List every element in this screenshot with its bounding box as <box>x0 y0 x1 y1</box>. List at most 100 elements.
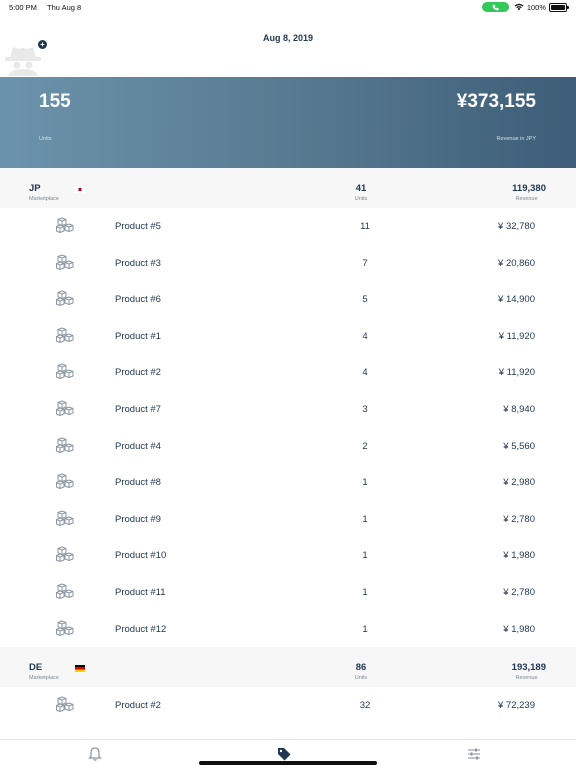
product-units: 1 <box>362 586 368 598</box>
germany-flag-icon <box>75 665 85 673</box>
product-boxes-icon <box>56 400 75 417</box>
page-date[interactable]: Aug 8, 2019 <box>0 33 576 43</box>
product-units: 11 <box>360 221 370 232</box>
product-units: 4 <box>362 367 368 379</box>
product-row[interactable]: Product #1 4 ¥ 11,920 <box>0 317 576 355</box>
marketplace-header-jp[interactable]: JP Marketplace 41 Units 119,380 Revenue <box>0 168 576 208</box>
active-call-indicator[interactable] <box>481 2 509 12</box>
product-units: 2 <box>362 440 368 452</box>
product-boxes-icon <box>56 696 75 713</box>
product-boxes-icon <box>56 254 75 271</box>
product-revenue: ¥ 14,900 <box>498 294 535 306</box>
product-boxes-icon <box>56 217 75 234</box>
product-revenue: ¥ 72,239 <box>498 700 535 712</box>
product-revenue: ¥ 11,920 <box>498 330 535 342</box>
product-row[interactable]: Product #12 1 ¥ 1,980 <box>0 610 576 648</box>
japan-flag-icon <box>75 186 85 193</box>
product-boxes-icon <box>56 363 75 380</box>
product-row[interactable]: Product #11 1 ¥ 2,780 <box>0 573 576 611</box>
product-boxes-icon <box>56 290 75 307</box>
product-name: Product #7 <box>115 403 161 415</box>
product-row[interactable]: Product #2 32 ¥ 72,239 <box>0 687 576 724</box>
home-indicator[interactable] <box>199 761 377 765</box>
marketplace-label: Marketplace <box>29 196 59 202</box>
battery-level <box>551 4 565 10</box>
product-boxes-icon <box>56 510 75 527</box>
product-row[interactable]: Product #7 3 ¥ 8,940 <box>0 390 576 428</box>
battery-percent: 100% <box>526 2 546 12</box>
product-boxes-icon <box>56 620 75 637</box>
product-units: 7 <box>362 257 368 269</box>
product-revenue: ¥ 2,980 <box>503 477 535 489</box>
marketplace-header-de[interactable]: DE Marketplace 86 Units 193,189 Revenue <box>0 647 576 688</box>
product-boxes-icon <box>56 473 75 490</box>
product-list-jp: Product #5 11 ¥ 32,780 Product #3 7 ¥ 20,860 P… <box>0 208 576 648</box>
product-name: Product #2 <box>115 367 161 379</box>
product-name: Product #8 <box>115 477 161 489</box>
product-list-de: Product #2 32 ¥ 72,239 <box>0 687 576 724</box>
marketplace-revenue-label: Revenue <box>515 196 538 202</box>
total-units-value: 155 <box>39 91 71 112</box>
total-revenue-label: Revenue in JPY <box>496 136 536 142</box>
wifi-icon <box>514 3 524 11</box>
product-row[interactable]: Product #6 5 ¥ 14,900 <box>0 281 576 318</box>
product-row[interactable]: Product #4 2 ¥ 5,560 <box>0 427 576 465</box>
product-units: 3 <box>362 403 368 415</box>
product-row[interactable]: Product #8 1 ¥ 2,980 <box>0 464 576 501</box>
marketplace-label: Marketplace <box>29 675 59 682</box>
product-units: 5 <box>362 294 368 306</box>
product-name: Product #9 <box>115 513 161 525</box>
product-revenue: ¥ 20,860 <box>498 257 535 269</box>
total-units-label: Units <box>39 136 52 142</box>
incognito-avatar-icon[interactable] <box>4 44 42 76</box>
product-units: 1 <box>362 477 368 489</box>
product-boxes-icon <box>56 327 75 344</box>
product-row[interactable]: Product #5 11 ¥ 32,780 <box>0 208 576 245</box>
sales-list[interactable]: JP Marketplace 41 Units 119,380 Revenue … <box>0 168 576 739</box>
product-units: 4 <box>362 330 368 342</box>
marketplace-units: 86 <box>355 662 367 674</box>
sliders-icon[interactable] <box>466 746 482 762</box>
bell-icon[interactable] <box>87 746 103 762</box>
marketplace-revenue-label: Revenue <box>515 675 538 682</box>
tag-icon[interactable] <box>276 746 292 762</box>
status-time: 5:00 PM <box>9 3 37 12</box>
product-boxes-icon <box>56 437 75 454</box>
product-units: 1 <box>362 513 368 525</box>
product-row[interactable]: Product #3 7 ¥ 20,860 <box>0 244 576 282</box>
summary-banner: 155 Units ¥373,155 Revenue in JPY <box>0 77 576 168</box>
marketplace-revenue: 193,189 <box>511 662 546 674</box>
product-name: Product #5 <box>115 221 161 232</box>
marketplace-code: JP <box>29 183 41 194</box>
product-name: Product #10 <box>115 550 167 562</box>
total-revenue-value: ¥373,155 <box>456 91 536 112</box>
product-name: Product #11 <box>115 586 166 598</box>
marketplace-code: DE <box>29 662 43 674</box>
tab-bar <box>0 739 576 768</box>
product-revenue: ¥ 1,980 <box>503 623 535 635</box>
product-revenue: ¥ 1,980 <box>503 550 535 562</box>
marketplace-revenue: 119,380 <box>512 183 546 194</box>
product-revenue: ¥ 8,940 <box>503 403 535 415</box>
product-units: 1 <box>362 623 368 635</box>
product-name: Product #12 <box>115 623 167 635</box>
product-name: Product #6 <box>115 294 161 306</box>
product-name: Product #3 <box>115 257 161 269</box>
product-units: 1 <box>362 550 368 562</box>
product-name: Product #1 <box>115 330 161 342</box>
product-name: Product #2 <box>115 700 161 712</box>
status-bar: 5:00 PM Thu Aug 8 100% <box>0 0 576 14</box>
status-date: Thu Aug 8 <box>47 3 82 12</box>
product-revenue: ¥ 5,560 <box>503 440 535 452</box>
battery-icon <box>549 2 569 12</box>
header: + Aug 8, 2019 <box>0 14 576 77</box>
product-boxes-icon <box>56 583 75 600</box>
product-row[interactable]: Product #10 1 ¥ 1,980 <box>0 537 576 574</box>
product-row[interactable]: Product #9 1 ¥ 2,780 <box>0 500 576 538</box>
product-revenue: ¥ 32,780 <box>498 221 535 232</box>
product-revenue: ¥ 11,920 <box>498 367 535 379</box>
product-boxes-icon <box>56 546 75 563</box>
product-row[interactable]: Product #2 4 ¥ 11,920 <box>0 354 576 391</box>
product-revenue: ¥ 2,780 <box>503 586 535 598</box>
phone-icon <box>492 4 499 10</box>
